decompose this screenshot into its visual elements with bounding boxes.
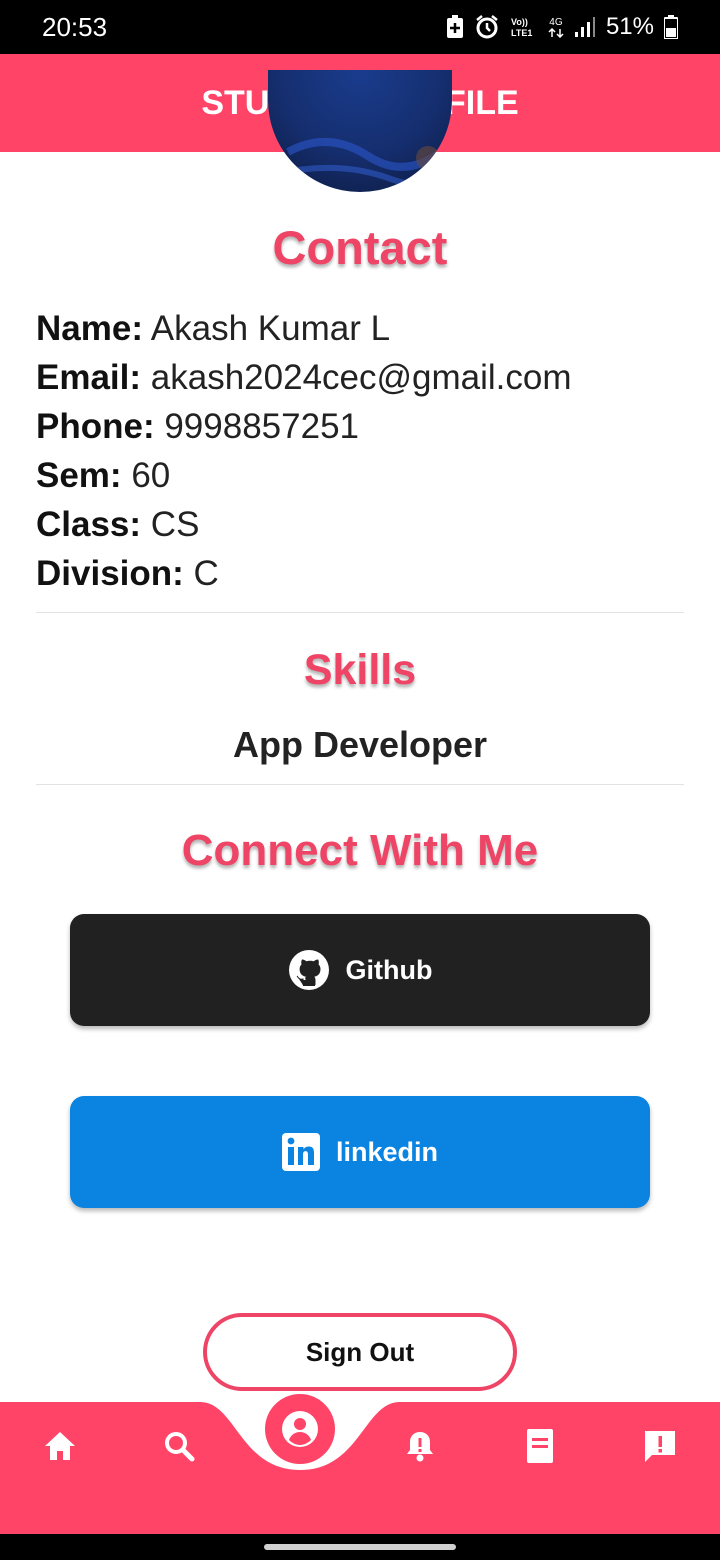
name-value: Akash Kumar L bbox=[150, 309, 391, 348]
linkedin-icon bbox=[281, 1133, 320, 1171]
linkedin-button[interactable]: linkedin bbox=[70, 1096, 650, 1208]
connect-title: Connect With Me bbox=[181, 826, 539, 875]
volte-icon: Vo)) LTE1 bbox=[510, 15, 538, 39]
divider bbox=[36, 612, 684, 613]
alarm-icon bbox=[474, 14, 500, 40]
svg-text:Vo)): Vo)) bbox=[511, 17, 528, 27]
email-label: Email: bbox=[36, 358, 142, 397]
profile-icon bbox=[280, 1409, 320, 1449]
phone-label: Phone: bbox=[36, 407, 155, 446]
skill-value: App Developer bbox=[232, 724, 488, 765]
divider bbox=[36, 784, 684, 785]
bottom-navigation bbox=[0, 1400, 720, 1534]
division-value: C bbox=[193, 554, 219, 593]
class-label: Class: bbox=[36, 505, 142, 544]
document-icon bbox=[526, 1428, 554, 1464]
linkedin-label: linkedin bbox=[335, 1136, 438, 1167]
github-label: Github bbox=[345, 954, 433, 985]
status-bar: 20:53 Vo)) LTE1 4G 51% bbox=[0, 0, 720, 54]
github-button[interactable]: Github bbox=[70, 914, 650, 1026]
nav-profile[interactable] bbox=[265, 1394, 335, 1464]
nav-documents[interactable] bbox=[508, 1414, 572, 1478]
class-value: CS bbox=[150, 505, 200, 544]
feedback-icon bbox=[642, 1428, 678, 1464]
home-icon bbox=[43, 1430, 77, 1462]
svg-text:LTE1: LTE1 bbox=[511, 28, 532, 38]
contact-sem-row: Sem: 60 bbox=[36, 451, 572, 500]
contact-division-row: Division: C bbox=[36, 549, 572, 598]
status-icons: Vo)) LTE1 4G 51% bbox=[446, 13, 678, 41]
sem-label: Sem: bbox=[36, 456, 122, 495]
sign-out-button[interactable]: Sign Out bbox=[203, 1313, 517, 1391]
status-time: 20:53 bbox=[42, 11, 108, 42]
battery-icon bbox=[664, 15, 678, 39]
contact-title: Contact bbox=[272, 221, 448, 274]
system-gesture-bar bbox=[0, 1534, 720, 1560]
nav-notifications[interactable] bbox=[388, 1414, 452, 1478]
battery-saver-icon bbox=[446, 15, 464, 39]
sem-value: 60 bbox=[131, 456, 171, 495]
phone-value: 9998857251 bbox=[164, 407, 359, 446]
github-icon bbox=[288, 949, 330, 991]
data-arrows-icon: 4G bbox=[548, 17, 564, 38]
home-gesture-handle[interactable] bbox=[264, 1544, 456, 1550]
network-type: 4G bbox=[549, 16, 563, 28]
bottom-nav-background bbox=[0, 1402, 720, 1534]
contact-details: Name: Akash Kumar L Email: akash2024cec@… bbox=[36, 304, 572, 598]
nav-feedback[interactable] bbox=[628, 1414, 692, 1478]
email-value: akash2024cec@gmail.com bbox=[150, 358, 572, 397]
signal-icon bbox=[574, 16, 596, 38]
name-label: Name: bbox=[36, 309, 143, 348]
nav-search[interactable] bbox=[147, 1414, 211, 1478]
contact-class-row: Class: CS bbox=[36, 500, 572, 549]
contact-name-row: Name: Akash Kumar L bbox=[36, 304, 572, 353]
contact-phone-row: Phone: 9998857251 bbox=[36, 402, 572, 451]
sign-out-label: Sign Out bbox=[305, 1336, 415, 1367]
profile-photo bbox=[268, 70, 452, 192]
division-label: Division: bbox=[36, 554, 184, 593]
search-icon bbox=[163, 1430, 195, 1462]
notification-icon bbox=[405, 1429, 435, 1463]
contact-email-row: Email: akash2024cec@gmail.com bbox=[36, 353, 572, 402]
nav-home[interactable] bbox=[28, 1414, 92, 1478]
skills-title: Skills bbox=[303, 646, 417, 694]
battery-percent: 51% bbox=[605, 13, 654, 40]
